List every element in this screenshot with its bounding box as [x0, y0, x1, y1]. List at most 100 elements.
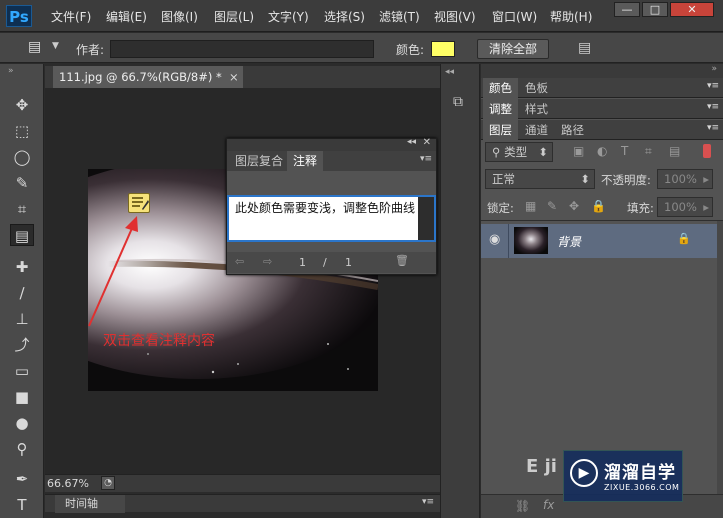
lock-transparent-icon[interactable]: ▦: [525, 199, 536, 213]
tab-paths[interactable]: 路径: [555, 120, 590, 140]
tab-swatches[interactable]: 色板: [519, 78, 554, 98]
panel-menu-icon[interactable]: ▾≡: [707, 123, 719, 133]
tab-color[interactable]: 颜色: [483, 78, 518, 98]
tab-channels[interactable]: 通道: [519, 120, 554, 140]
layer-style-icon[interactable]: fx: [543, 498, 554, 512]
tab-adjustments[interactable]: 调整: [483, 99, 518, 119]
filter-type-icon[interactable]: T: [621, 144, 628, 158]
toolbox-collapse-icon[interactable]: »: [8, 66, 14, 76]
minimize-button[interactable]: —: [614, 2, 640, 17]
dock-expand-icon[interactable]: »: [711, 64, 717, 74]
link-layers-icon[interactable]: ⛓: [515, 499, 530, 513]
blend-mode-value: 正常: [492, 172, 515, 186]
menu-help[interactable]: 帮助(H): [550, 8, 592, 25]
next-note-icon[interactable]: ⇨: [263, 255, 272, 268]
menu-filter[interactable]: 滤镜(T): [379, 8, 420, 25]
panel-collapse-icon[interactable]: ◂◂: [407, 137, 416, 147]
move-tool-icon[interactable]: ✥: [10, 94, 34, 116]
document-tab[interactable]: 111.jpg @ 66.7%(RGB/8#) * ×: [53, 66, 243, 88]
layers-scrollbar[interactable]: [717, 221, 723, 494]
layers-tabs: 图层 通道 路径 ▾≡: [481, 120, 723, 140]
filter-pixel-icon[interactable]: ▣: [573, 144, 584, 158]
watermark-play-icon: ▶: [570, 459, 598, 487]
tab-styles[interactable]: 样式: [519, 99, 554, 119]
menu-layer[interactable]: 图层(L): [214, 8, 254, 25]
menu-edit[interactable]: 编辑(E): [106, 8, 147, 25]
history-panel-icon[interactable]: ⧉: [453, 94, 463, 110]
lock-position-icon[interactable]: ✥: [569, 199, 579, 213]
notes-panel-titlebar[interactable]: ◂◂ ✕: [227, 137, 436, 151]
panel-menu-icon[interactable]: ▾≡: [420, 154, 432, 164]
clear-all-button[interactable]: 清除全部: [477, 39, 549, 59]
clone-stamp-tool-icon[interactable]: ⊥: [10, 308, 34, 330]
filter-toggle-icon[interactable]: [703, 144, 711, 158]
tab-notes[interactable]: 注释: [287, 151, 324, 171]
status-info-icon[interactable]: ◔: [101, 476, 115, 490]
brush-tool-icon[interactable]: ∕: [10, 282, 34, 304]
options-bar: ▤ ▼ 作者: 颜色: 清除全部 ▤: [0, 33, 723, 63]
toggle-notes-panel-icon[interactable]: ▤: [578, 40, 591, 56]
note-tool-icon[interactable]: ▤: [28, 39, 41, 55]
watermark-url: ZIXUE.3066.COM: [604, 483, 680, 492]
menu-file[interactable]: 文件(F): [51, 8, 91, 25]
zoom-level[interactable]: 66.67%: [47, 477, 89, 490]
timeline-menu-icon[interactable]: ▾≡: [422, 497, 434, 507]
delete-note-icon[interactable]: 🗑: [395, 254, 409, 267]
menu-type[interactable]: 文字(Y): [268, 8, 309, 25]
type-tool-icon[interactable]: T: [10, 494, 34, 516]
pen-tool-icon[interactable]: ✒: [10, 468, 34, 490]
menu-window[interactable]: 窗口(W): [492, 8, 537, 25]
note-color-swatch[interactable]: [431, 41, 455, 57]
lock-pixels-icon[interactable]: ✎: [547, 199, 557, 213]
strip-collapse-icon[interactable]: ◂◂: [445, 67, 454, 77]
search-icon: ⚲: [492, 145, 505, 159]
healing-brush-tool-icon[interactable]: ✚: [10, 256, 34, 278]
lasso-tool-icon[interactable]: ◯: [10, 146, 34, 168]
close-button[interactable]: ✕: [670, 2, 714, 17]
visibility-eye-icon[interactable]: ◉: [489, 232, 500, 247]
status-bar: 66.67% ◔: [45, 474, 440, 492]
blend-mode-select[interactable]: 正常 ⬍: [485, 169, 595, 189]
menu-image[interactable]: 图像(I): [161, 8, 198, 25]
note-scrollbar[interactable]: [418, 197, 434, 240]
previous-note-icon[interactable]: ⇦: [235, 255, 244, 268]
annotation-text: 双击查看注释内容: [103, 333, 215, 349]
filter-adjustment-icon[interactable]: ◐: [597, 144, 607, 158]
menu-view[interactable]: 视图(V): [434, 8, 476, 25]
timeline-bar: 时间轴 ▾≡: [45, 494, 440, 513]
panel-menu-icon[interactable]: ▾≡: [707, 102, 719, 112]
blur-tool-icon[interactable]: ●: [10, 412, 34, 434]
note-text: 此处颜色需要变浅，调整色阶曲线: [235, 201, 416, 215]
panel-menu-icon[interactable]: ▾≡: [707, 81, 719, 91]
tool-preset-dropdown-icon[interactable]: ▼: [52, 41, 59, 51]
quick-select-tool-icon[interactable]: ✎: [10, 172, 34, 194]
crop-tool-icon[interactable]: ⌗: [10, 198, 34, 220]
layer-name[interactable]: 背景: [557, 233, 581, 250]
dodge-tool-icon[interactable]: ⚲: [10, 438, 34, 460]
fill-input[interactable]: 100% ▸: [657, 197, 713, 217]
history-brush-tool-icon[interactable]: ⤴: [10, 334, 34, 356]
note-tool-icon[interactable]: ▤: [10, 224, 34, 246]
gradient-tool-icon[interactable]: ■: [10, 386, 34, 408]
maximize-button[interactable]: □: [642, 2, 668, 17]
tab-layer-comps[interactable]: 图层复合: [229, 151, 289, 171]
layer-filter-kind: 类型: [504, 145, 528, 159]
opacity-input[interactable]: 100% ▸: [657, 169, 713, 189]
panel-close-icon[interactable]: ✕: [423, 137, 431, 148]
tab-layers[interactable]: 图层: [483, 120, 518, 140]
eraser-tool-icon[interactable]: ▭: [10, 360, 34, 382]
note-page-current: 1: [299, 256, 306, 269]
menu-select[interactable]: 选择(S): [324, 8, 365, 25]
filter-shape-icon[interactable]: ⌗: [645, 144, 652, 159]
timeline-tab[interactable]: 时间轴: [55, 495, 125, 513]
layer-filter-select[interactable]: ⚲ 类型 ⬍: [485, 142, 553, 162]
filter-smart-object-icon[interactable]: ▤: [669, 144, 680, 158]
toolbox: » ✥ ⬚ ◯ ✎ ⌗ ▤ ✚ ∕ ⊥ ⤴ ▭ ■ ● ⚲ ✒ T: [0, 64, 44, 518]
marquee-tool-icon[interactable]: ⬚: [10, 120, 34, 142]
author-input[interactable]: [110, 40, 374, 58]
layer-row[interactable]: ◉ 背景 🔒: [481, 224, 717, 258]
lock-label: 锁定:: [487, 201, 514, 215]
lock-all-icon[interactable]: 🔒: [591, 199, 606, 213]
note-textarea[interactable]: 此处颜色需要变浅，调整色阶曲线: [227, 195, 436, 242]
document-tab-close-icon[interactable]: ×: [229, 66, 239, 88]
